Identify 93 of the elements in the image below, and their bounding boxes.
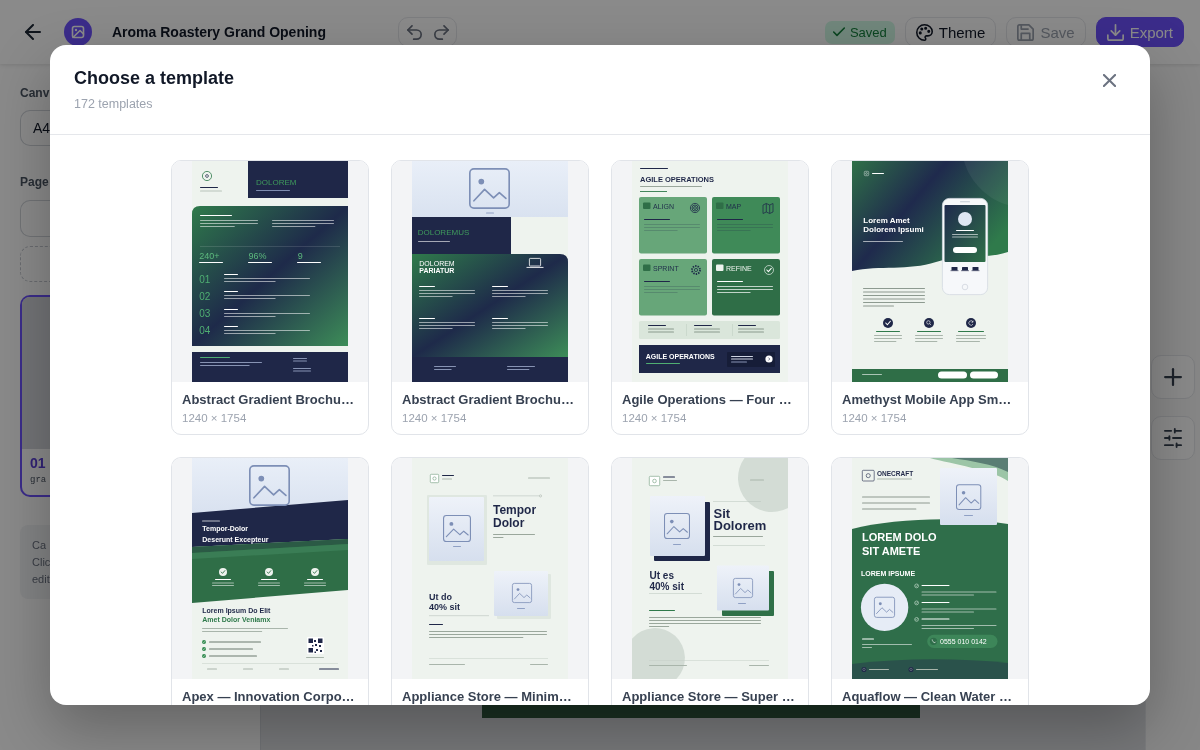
- plus-icon: [1164, 368, 1182, 386]
- redo-icon: [433, 24, 449, 40]
- check-circle-icon: [202, 640, 206, 644]
- template-size: 1240 × 1754: [622, 411, 687, 426]
- logo-icon: [202, 171, 212, 181]
- stat-value: 96%: [248, 251, 267, 261]
- stat-value: 9: [297, 251, 303, 261]
- qr-code-icon: [307, 637, 324, 654]
- back-arrow-icon: [25, 24, 41, 40]
- theme-button[interactable]: Theme: [904, 17, 997, 47]
- check-circle-icon: [914, 600, 919, 606]
- close-icon: [1102, 73, 1116, 87]
- add-button[interactable]: [1151, 355, 1195, 399]
- template-card[interactable]: Lorem Amet Dolorem Ipsumi Amethyst Mobile App Sm… 1240 × 1754: [831, 160, 1029, 435]
- flyer-title: Lorem Amet: [863, 216, 910, 226]
- check-circle-icon: [914, 583, 919, 589]
- check-circle-icon: [219, 568, 227, 576]
- image-placeholder-icon: [733, 578, 753, 598]
- offer-text: Ut es: [649, 570, 674, 581]
- template-name: Abstract Gradient Brochu…: [402, 391, 574, 408]
- image-placeholder-icon: [512, 583, 532, 603]
- step-number: 02: [199, 291, 211, 302]
- check-circle-icon: [764, 265, 774, 275]
- step-number: 01: [199, 274, 211, 285]
- template-name: Appliance Store — Super …: [622, 688, 795, 705]
- check-circle-icon: [202, 654, 206, 658]
- offer-text: Ut do: [429, 592, 452, 602]
- ring-icon: [861, 666, 867, 672]
- template-size: 1240 × 1754: [842, 411, 907, 426]
- template-name: Apex — Innovation Corpo…: [182, 688, 355, 705]
- flyer-title: Tempor: [493, 502, 537, 517]
- ring-icon: [908, 666, 914, 672]
- hint-text: Clic: [32, 555, 51, 570]
- image-placeholder-icon: [956, 484, 982, 510]
- template-card[interactable]: Tempor Dolor Ut do 40% sit Appliance Store — Minim…: [391, 457, 589, 705]
- template-name: Agile Operations — Four …: [622, 391, 792, 408]
- image-placeholder-icon: [249, 465, 290, 506]
- check-circle-icon: [202, 647, 206, 651]
- search-icon: [924, 318, 934, 328]
- gear-icon: [691, 265, 701, 275]
- status-text: Saved: [849, 24, 887, 40]
- flyer-title: Dolorem Ipsumi: [863, 224, 924, 234]
- check-circle-icon: [311, 568, 319, 576]
- hint-text: edit: [32, 572, 50, 587]
- template-card[interactable]: Sit Dolorem Ut es 40% sit Appliance Store — Super …: [611, 457, 809, 705]
- phone-icon: [929, 637, 938, 645]
- document-title: Aroma Roastery Grand Opening: [112, 24, 326, 40]
- logo-icon: [649, 476, 660, 486]
- logo-icon: [864, 171, 869, 176]
- page-name: gra: [30, 474, 47, 486]
- section-label: Canv: [20, 86, 50, 100]
- check-circle-icon: [914, 617, 919, 622]
- map-icon: [762, 203, 774, 214]
- template-card[interactable]: DOLOREM 240+ 96% 9 01 02 03 04 Abstract Gradient Brochu… 1240 × 1754: [171, 160, 369, 435]
- offer-text: 40% sit: [649, 581, 684, 592]
- offer-text: 40% sit: [429, 602, 461, 612]
- laptop-icon: [526, 258, 544, 268]
- flyer-heading: DOLOREM: [256, 178, 297, 187]
- sliders-icon: [1164, 428, 1182, 448]
- flyer-heading: DOLOREMUS: [417, 228, 470, 237]
- template-name: Amethyst Mobile App Sm…: [842, 391, 1012, 408]
- adjustments-button[interactable]: [1151, 416, 1195, 460]
- template-size: 1240 × 1754: [402, 411, 467, 426]
- image-placeholder-icon: [874, 596, 895, 618]
- image-placeholder-icon: [443, 515, 471, 542]
- image-placeholder-icon: [664, 513, 690, 539]
- step-number: 04: [199, 325, 211, 336]
- flyer-title: SIT AMETE: [862, 545, 921, 558]
- template-name: Appliance Store — Minim…: [402, 688, 572, 705]
- image-placeholder-icon: [469, 168, 510, 209]
- stat-value: 240+: [199, 251, 220, 261]
- check-circle-icon: [265, 568, 273, 576]
- hint-text: Ca: [32, 538, 47, 553]
- step-number: 03: [199, 308, 211, 319]
- section-label: Page: [20, 175, 49, 189]
- flyer-title: Dolor: [493, 516, 525, 530]
- logo-icon: [862, 470, 875, 482]
- logo-icon: [430, 474, 439, 483]
- check-circle-icon: [883, 318, 893, 328]
- check-icon: [832, 26, 845, 38]
- download-icon: [1106, 23, 1124, 41]
- target-icon: [690, 203, 700, 213]
- palette-icon: [915, 23, 933, 41]
- dialog-title: Choose a template: [74, 67, 235, 90]
- arrow-icon: [765, 355, 773, 363]
- refresh-icon: [966, 318, 976, 328]
- template-name: Abstract Gradient Brochu…: [182, 391, 354, 408]
- template-name: Aquaflow — Clean Water …: [842, 688, 1012, 705]
- template-size: 1240 × 1754: [182, 411, 247, 426]
- undo-icon: [406, 24, 422, 40]
- flyer-title: LOREM DOLO: [862, 531, 937, 544]
- template-count: 172 templates: [74, 96, 154, 113]
- page-number: 01: [30, 455, 46, 471]
